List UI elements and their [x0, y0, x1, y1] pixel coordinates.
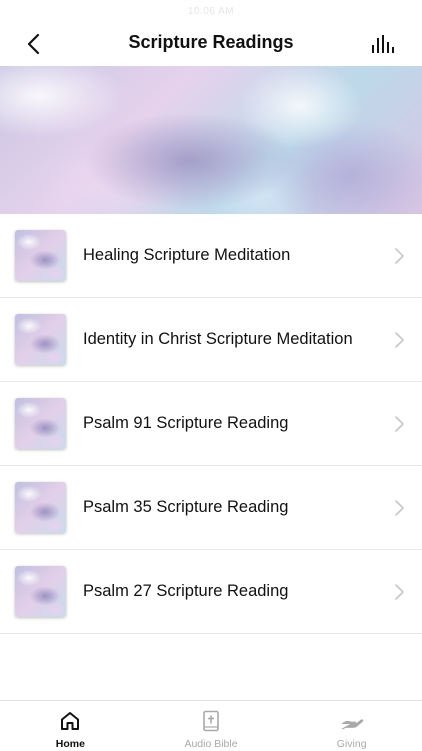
item-thumbnail [15, 314, 66, 365]
list-item[interactable]: Psalm 91 Scripture Reading [0, 382, 422, 466]
item-label: Psalm 91 Scripture Reading [83, 414, 289, 432]
tab-label: Home [55, 738, 85, 750]
list-item[interactable]: Healing Scripture Meditation [0, 214, 422, 298]
header: Scripture Readings [0, 22, 422, 66]
tab-label: Audio Bible [184, 738, 238, 750]
list-item[interactable]: Psalm 35 Scripture Reading [0, 466, 422, 550]
chevron-right-icon [395, 500, 404, 516]
stats-button[interactable] [370, 32, 398, 56]
home-icon [61, 712, 80, 730]
list-item[interactable]: Psalm 27 Scripture Reading [0, 550, 422, 634]
status-time: 10:06 AM [187, 6, 235, 17]
item-thumbnail [15, 482, 66, 533]
tab-bar: Home Audio Bible Giving [0, 700, 422, 751]
chevron-right-icon [395, 584, 404, 600]
item-label: Healing Scripture Meditation [83, 246, 291, 264]
item-label: Psalm 27 Scripture Reading [83, 582, 289, 600]
bible-icon [203, 710, 219, 732]
chevron-right-icon [395, 248, 404, 264]
tab-label: Giving [336, 738, 367, 750]
hero-banner-image [0, 66, 422, 214]
item-thumbnail [15, 398, 66, 449]
item-thumbnail [15, 230, 66, 281]
tab-home[interactable]: Home [0, 701, 141, 751]
bar-chart-icon [372, 35, 394, 53]
tab-giving[interactable]: Giving [281, 701, 422, 751]
readings-list: Healing Scripture Meditation Identity in… [0, 214, 422, 634]
item-thumbnail [15, 566, 66, 617]
item-label: Psalm 35 Scripture Reading [83, 498, 289, 516]
tab-audio-bible[interactable]: Audio Bible [141, 701, 282, 751]
list-item[interactable]: Identity in Christ Scripture Meditation [0, 298, 422, 382]
giving-hand-icon [341, 719, 363, 730]
chevron-right-icon [395, 332, 404, 348]
page-title: Scripture Readings [128, 32, 294, 52]
item-label: Identity in Christ Scripture Meditation [83, 330, 353, 348]
chevron-right-icon [395, 416, 404, 432]
